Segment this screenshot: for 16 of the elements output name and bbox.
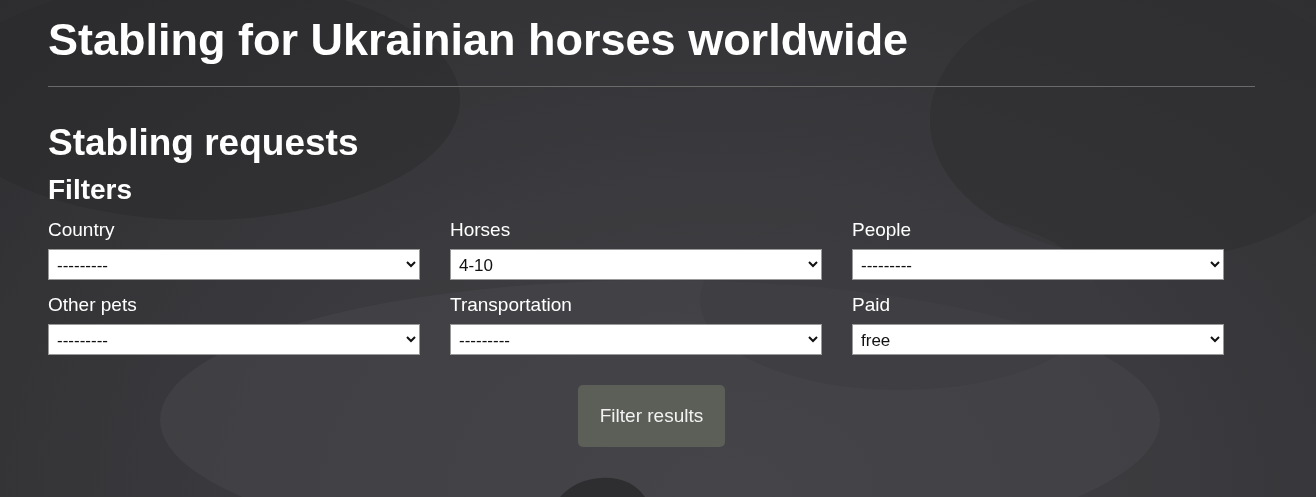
filter-select[interactable]: ---------: [48, 324, 420, 355]
filter-label: Other pets: [48, 294, 138, 316]
filter-results-button[interactable]: Filter results: [578, 385, 725, 447]
site-title: Stabling for Ukrainian horses worldwide: [48, 13, 910, 67]
filter-select[interactable]: ---------: [450, 324, 822, 355]
filter-label: Horses: [450, 219, 512, 241]
filters-heading: Filters: [48, 173, 134, 207]
filter-select[interactable]: ---------: [852, 249, 1224, 280]
filter-label: Paid: [852, 294, 892, 316]
filter-select[interactable]: 4-10: [450, 249, 822, 280]
filter-label: Transportation: [450, 294, 573, 316]
filter-select[interactable]: free: [852, 324, 1224, 355]
filter-label: People: [852, 219, 913, 241]
filter-label: Country: [48, 219, 116, 241]
filter-select[interactable]: ---------: [48, 249, 420, 280]
page-heading: Stabling requests: [48, 121, 360, 165]
